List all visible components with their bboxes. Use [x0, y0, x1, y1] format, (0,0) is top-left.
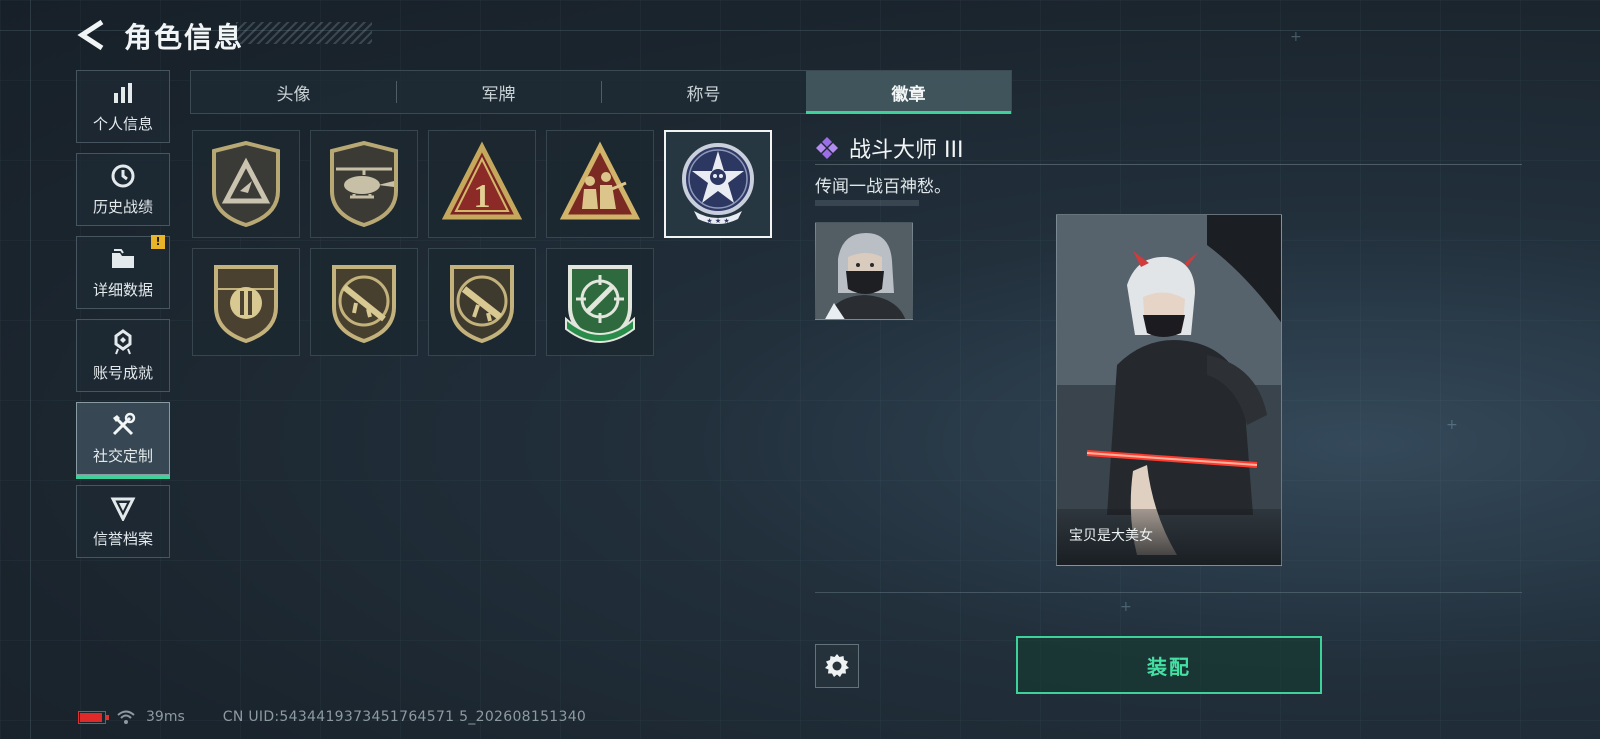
badge-detail-header: 战斗大师 III	[815, 132, 963, 164]
smg-badge-icon	[450, 265, 514, 344]
page-title: 角色信息	[124, 21, 245, 54]
blurred-text	[815, 200, 919, 206]
sidebar-item-social-custom[interactable]: 社交定制	[76, 402, 170, 479]
badge-slot[interactable]	[428, 248, 536, 356]
triangle-shield-badge-icon	[212, 141, 280, 227]
decor-cross: +	[1120, 599, 1132, 615]
sidebar-item-label: 详细数据	[92, 281, 153, 299]
badge-slot[interactable]: 1	[428, 130, 536, 238]
wifi-icon	[117, 710, 135, 724]
title-decoration	[236, 22, 372, 44]
badge-slot[interactable]	[546, 130, 654, 238]
bullet-shield-badge-icon	[214, 265, 278, 344]
folder-icon	[109, 245, 137, 273]
sidebar-item-label: 历史战绩	[92, 198, 153, 216]
detail-divider	[815, 164, 1522, 165]
soldiers-badge-icon	[560, 141, 640, 220]
sidebar-item-detailed-data[interactable]: ! 详细数据	[76, 235, 170, 309]
battery-icon	[78, 710, 109, 724]
sidebar: 个人信息 历史战绩 ! 详细数据 账号成就 社交定制 信誉档案	[76, 70, 172, 568]
sidebar-item-label: 账号成就	[92, 364, 153, 382]
badge-slot[interactable]	[192, 130, 300, 238]
svg-text:1: 1	[474, 178, 491, 215]
sidebar-item-achievements[interactable]: 账号成就	[76, 319, 170, 392]
tools-icon	[109, 411, 137, 439]
sidebar-item-label: 社交定制	[92, 447, 153, 465]
player-avatar	[815, 222, 913, 320]
purple-gem-icon	[816, 137, 838, 159]
shield-rank-icon	[109, 494, 137, 522]
frame-line-left	[30, 0, 31, 739]
svg-text:★ ★ ★: ★ ★ ★	[706, 217, 729, 225]
uid-text: CN UID:5434419373451764571 5_20260815134…	[222, 709, 587, 725]
tab-dog-tag[interactable]: 军牌	[396, 71, 601, 113]
customization-tabs: 头像 军牌 称号 徽章	[190, 70, 1012, 114]
sidebar-item-personal-info[interactable]: 个人信息	[76, 70, 170, 143]
decor-cross: +	[1446, 417, 1458, 433]
tab-title[interactable]: 称号	[601, 71, 806, 113]
back-arrow-icon	[77, 19, 104, 51]
back-button[interactable]	[76, 18, 108, 52]
gear-icon	[825, 654, 849, 677]
sidebar-item-label: 信誉档案	[92, 530, 153, 548]
number-one-badge-icon: 1	[442, 141, 522, 220]
badge-slot[interactable]	[546, 248, 654, 356]
alert-badge: !	[151, 235, 165, 249]
badge-slot-selected[interactable]: ★ ★ ★	[664, 130, 772, 238]
ping-text: 39ms	[146, 709, 185, 725]
decor-cross: +	[1290, 29, 1302, 45]
settings-button[interactable]	[815, 644, 859, 688]
tab-avatar[interactable]: 头像	[191, 71, 396, 113]
card-caption: 宝贝是大美女	[1057, 509, 1281, 565]
sidebar-item-reputation[interactable]: 信誉档案	[76, 485, 170, 558]
rifle-badge-icon	[332, 265, 396, 344]
badge-slot[interactable]	[192, 248, 300, 356]
character-card: 宝贝是大美女	[1056, 214, 1282, 566]
helicopter-badge-icon	[330, 141, 398, 227]
equip-button[interactable]: 装配	[1016, 636, 1322, 694]
badge-slot[interactable]	[310, 248, 418, 356]
badge-grid: 1 ★ ★ ★	[192, 130, 784, 356]
sidebar-item-history[interactable]: 历史战绩	[76, 153, 170, 226]
badge-title: 战斗大师 III	[849, 138, 964, 163]
tab-badge[interactable]: 徽章	[806, 71, 1011, 114]
status-bar: 39ms CN UID:5434419373451764571 5_202608…	[78, 709, 586, 725]
bar-chart-icon	[109, 79, 137, 107]
bottom-divider	[815, 592, 1522, 593]
medal-icon	[109, 328, 137, 356]
badge-description: 传闻一战百神愁。	[815, 177, 951, 197]
star-skull-badge-icon: ★ ★ ★	[682, 143, 754, 225]
sidebar-item-label: 个人信息	[92, 115, 153, 133]
green-crosshair-badge-icon	[565, 265, 635, 344]
clock-icon	[109, 162, 137, 190]
badge-slot[interactable]	[310, 130, 418, 238]
